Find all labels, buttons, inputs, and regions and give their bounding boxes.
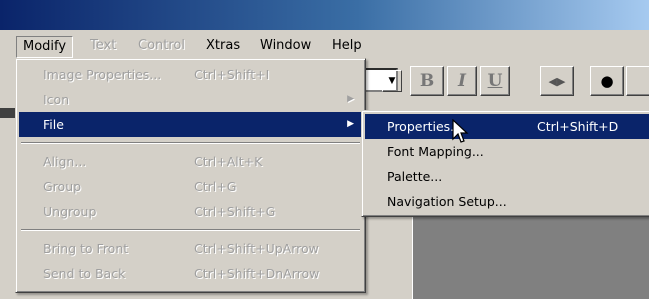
menu-item-file[interactable]: File ▶ bbox=[19, 112, 362, 137]
menu-item-icon[interactable]: Icon ▶ bbox=[19, 87, 362, 112]
bold-button[interactable]: B bbox=[410, 66, 444, 96]
submenu-item-palette[interactable]: Palette... bbox=[365, 164, 649, 189]
menu-window[interactable]: Window bbox=[254, 36, 317, 58]
menu-item-group[interactable]: Group Ctrl+G bbox=[19, 174, 362, 199]
menu-item-label: Navigation Setup... bbox=[387, 194, 507, 209]
submenu-arrow-icon: ▶ bbox=[347, 94, 354, 104]
menu-item-align[interactable]: Align... Ctrl+Alt+K bbox=[19, 149, 362, 174]
menu-item-shortcut: Ctrl+G bbox=[194, 179, 237, 194]
menu-item-shortcut: Ctrl+Shift+D bbox=[537, 119, 619, 134]
bomb-icon: ● bbox=[600, 72, 614, 90]
menu-item-label: Group bbox=[43, 179, 82, 194]
title-bar bbox=[0, 0, 649, 30]
menu-item-shortcut: Ctrl+Shift+DnArrow bbox=[194, 266, 320, 281]
menu-item-label: File bbox=[43, 117, 64, 132]
menu-control[interactable]: Control bbox=[132, 36, 191, 58]
mouse-pointer-icon bbox=[452, 119, 469, 143]
menu-item-label: Bring to Front bbox=[43, 241, 129, 256]
bomb-button[interactable]: ● bbox=[590, 66, 624, 96]
menu-item-shortcut: Ctrl+Shift+UpArrow bbox=[194, 241, 319, 256]
submenu-item-navigation-setup[interactable]: Navigation Setup... bbox=[365, 189, 649, 214]
menu-separator bbox=[21, 142, 360, 144]
menu-text[interactable]: Text bbox=[84, 36, 122, 58]
menu-separator bbox=[21, 229, 360, 231]
play-button[interactable]: ◀▶ bbox=[540, 66, 574, 96]
italic-button[interactable]: I bbox=[447, 66, 477, 96]
menu-item-label: Icon bbox=[43, 92, 70, 107]
dropdown-arrow-icon[interactable]: ▼ bbox=[382, 70, 402, 92]
menu-item-shortcut: Ctrl+Alt+K bbox=[194, 154, 263, 169]
menu-modify[interactable]: Modify bbox=[16, 36, 74, 58]
play-button-icon: ◀▶ bbox=[548, 74, 566, 88]
modify-menu: Image Properties... Ctrl+Shift+I Icon ▶ … bbox=[15, 58, 366, 293]
menu-item-bring-to-front[interactable]: Bring to Front Ctrl+Shift+UpArrow bbox=[19, 236, 362, 261]
submenu-item-font-mapping[interactable]: Font Mapping... bbox=[365, 139, 649, 164]
menu-item-image-properties[interactable]: Image Properties... Ctrl+Shift+I bbox=[19, 62, 362, 87]
menu-item-label: Align... bbox=[43, 154, 87, 169]
menu-item-label: Properties... bbox=[387, 119, 463, 134]
submenu-item-properties[interactable]: Properties... Ctrl+Shift+D bbox=[365, 114, 649, 139]
menu-help[interactable]: Help bbox=[326, 36, 368, 58]
menu-item-label: Ungroup bbox=[43, 204, 97, 219]
submenu-arrow-icon: ▶ bbox=[347, 119, 354, 129]
menu-item-send-to-back[interactable]: Send to Back Ctrl+Shift+DnArrow bbox=[19, 261, 362, 286]
menu-item-ungroup[interactable]: Ungroup Ctrl+Shift+G bbox=[19, 199, 362, 224]
toolbar-button-partial[interactable] bbox=[626, 66, 649, 96]
underline-button[interactable]: U bbox=[480, 66, 510, 96]
menu-item-label: Image Properties... bbox=[43, 67, 162, 82]
file-submenu: Properties... Ctrl+Shift+D Font Mapping.… bbox=[361, 110, 649, 217]
menu-item-label: Palette... bbox=[387, 169, 443, 184]
menu-item-label: Send to Back bbox=[43, 266, 126, 281]
menu-xtras[interactable]: Xtras bbox=[200, 36, 246, 58]
menu-item-shortcut: Ctrl+Shift+G bbox=[194, 204, 276, 219]
menu-item-shortcut: Ctrl+Shift+I bbox=[194, 67, 270, 82]
